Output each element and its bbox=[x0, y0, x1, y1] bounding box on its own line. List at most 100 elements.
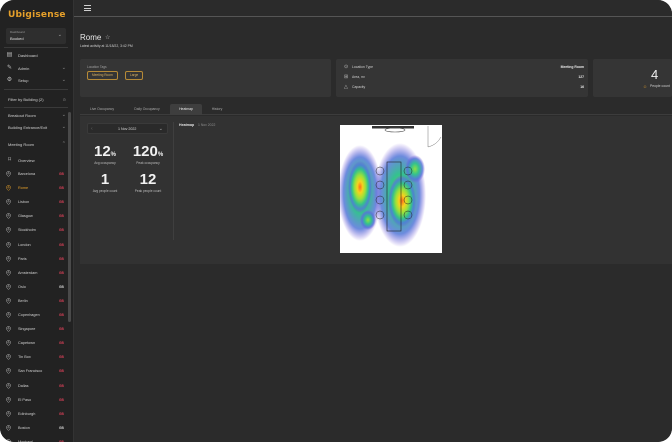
location-pin-icon bbox=[6, 326, 11, 333]
stat-caption: Avg occupancy bbox=[94, 161, 116, 165]
location-pin-icon bbox=[6, 185, 11, 192]
sidebar-item-site[interactable]: Dallas GB bbox=[0, 380, 72, 393]
sidebar-item-setup[interactable]: ⚙ Setup ⌄ bbox=[0, 75, 72, 87]
section-breakout-room[interactable]: Breakout Room ⌄ bbox=[0, 110, 72, 122]
location-type-icon: ⊙ bbox=[344, 64, 349, 70]
date-select[interactable]: ‹ 1 Nov 2022 ⌄ bbox=[87, 123, 168, 134]
sidebar-item-site[interactable]: Stockholm GB bbox=[0, 224, 72, 237]
sidebar-item-site[interactable]: Amsterdam GB bbox=[0, 267, 72, 280]
dashboard-selector[interactable]: Dashboard Booked ⌄ bbox=[6, 28, 66, 44]
stat-unit: % bbox=[110, 152, 117, 158]
site-label: Stockholm bbox=[18, 228, 36, 233]
sidebar-item-site[interactable]: Rome GB bbox=[0, 182, 72, 195]
properties-card: ⊙ Location Type Meeting Room ⊞ Area, m² … bbox=[336, 59, 588, 97]
site-label: Boston bbox=[18, 425, 30, 430]
site-badge: GB bbox=[59, 256, 64, 261]
sidebar-item-site[interactable]: San Francisco GB bbox=[0, 365, 72, 378]
site-badge: GB bbox=[59, 242, 64, 247]
heatmap-title: Heatmap bbox=[179, 123, 195, 127]
location-pin-icon bbox=[6, 255, 11, 262]
site-label: Barcelona bbox=[18, 172, 36, 176]
gear-icon: ⚙ bbox=[6, 77, 13, 83]
sidebar-item-site[interactable]: El Paso GB bbox=[0, 394, 72, 407]
property-area: ⊞ Area, m² 127 bbox=[344, 74, 584, 82]
site-badge: GB bbox=[59, 383, 64, 388]
sidebar-item-site[interactable]: Boston GB bbox=[0, 422, 72, 435]
hamburger-icon[interactable] bbox=[84, 5, 91, 12]
property-key: Location Type bbox=[352, 65, 374, 69]
filter-by-building[interactable]: Filter by Building (2) ⊙ bbox=[0, 94, 72, 106]
site-label: Copenhagen bbox=[18, 313, 40, 317]
tab-live-occupancy[interactable]: Live Occupancy bbox=[80, 104, 124, 115]
sidebar-item-site[interactable]: Barcelona GB bbox=[0, 168, 72, 181]
site-label: Capetown bbox=[18, 341, 36, 346]
dashboard-icon: ▤ bbox=[6, 52, 13, 58]
site-badge: GB bbox=[59, 397, 64, 402]
location-pin-icon bbox=[6, 199, 11, 206]
wrench-icon: ✎ bbox=[6, 65, 13, 71]
stat-caption: Peak people count bbox=[134, 189, 162, 193]
property-value: 16 bbox=[580, 85, 584, 89]
star-icon[interactable]: ☆ bbox=[105, 34, 110, 41]
sidebar-divider bbox=[4, 107, 68, 108]
sidebar-item-site[interactable]: Singapore GB bbox=[0, 323, 72, 336]
sidebar-item-site[interactable]: Oslo GB bbox=[0, 281, 72, 294]
property-location-type: ⊙ Location Type Meeting Room bbox=[344, 64, 584, 72]
dashboard-selector-value: Booked bbox=[10, 35, 24, 41]
stat-value: 12 bbox=[139, 171, 157, 188]
site-label: Glasgow bbox=[18, 214, 33, 219]
sidebar-item-site[interactable]: Tin Box GB bbox=[0, 351, 72, 364]
location-pin-icon bbox=[6, 410, 11, 417]
heatmap-graphic bbox=[338, 125, 442, 253]
location-pin-icon bbox=[6, 396, 11, 403]
location-pin-icon bbox=[6, 227, 11, 234]
tag-meeting-room[interactable]: Meeting Room bbox=[87, 71, 118, 80]
tab-daily-occupancy[interactable]: Daily Occupancy bbox=[124, 104, 170, 115]
site-badge: GB bbox=[59, 313, 64, 317]
sidebar-item-site[interactable]: Paris GB bbox=[0, 253, 72, 266]
stat-peak-people-count: 12 Peak people count bbox=[126, 171, 170, 193]
floor-plan-heatmap bbox=[338, 125, 442, 253]
sidebar-item-label: Overview bbox=[18, 158, 35, 163]
sidebar-item-dashboard[interactable]: ▤ Dashboard bbox=[0, 50, 72, 62]
site-label: Paris bbox=[18, 256, 27, 261]
chevron-left-icon[interactable]: ‹ bbox=[91, 126, 93, 132]
site-badge: GB bbox=[59, 228, 64, 233]
property-capacity: △ Capacity 16 bbox=[344, 84, 584, 92]
sidebar-scrollbar[interactable] bbox=[68, 112, 71, 322]
site-label: San Francisco bbox=[18, 369, 43, 374]
tab-history[interactable]: History bbox=[202, 104, 232, 115]
sidebar-item-site[interactable]: Copenhagen GB bbox=[0, 309, 72, 322]
filter-icon: ⊙ bbox=[62, 97, 66, 102]
section-label: Building Entrance/Exit bbox=[8, 125, 48, 130]
sidebar-item-site[interactable]: London GB bbox=[0, 239, 72, 252]
sidebar-item-admin[interactable]: ✎ Admin ⌄ bbox=[0, 63, 72, 75]
sidebar-item-site[interactable]: Glasgow GB bbox=[0, 210, 72, 223]
topbar bbox=[74, 0, 672, 17]
site-badge: GB bbox=[59, 214, 64, 219]
stat-avg-people-count: 1 Avg people count bbox=[84, 171, 126, 193]
bookmark-icon: ⌑ bbox=[7, 157, 12, 163]
heatmap-date: 1 Nov 2022 bbox=[198, 123, 216, 127]
sidebar-item-site[interactable]: Berlin GB bbox=[0, 295, 72, 308]
sidebar-item-site[interactable]: Lisbon GB bbox=[0, 196, 72, 209]
location-pin-icon bbox=[6, 213, 11, 220]
site-label: Tin Box bbox=[18, 355, 31, 360]
site-label: London bbox=[18, 242, 31, 247]
tab-heatmap[interactable]: Heatmap bbox=[170, 104, 202, 115]
app-logo[interactable]: Ubigisense bbox=[8, 10, 66, 20]
location-pin-icon bbox=[6, 368, 11, 375]
tag-large[interactable]: Large bbox=[125, 71, 144, 80]
section-meeting-room[interactable]: Meeting Room ⌃ bbox=[0, 139, 72, 151]
sidebar-item-site[interactable]: Capetown GB bbox=[0, 337, 72, 350]
capacity-icon: △ bbox=[344, 84, 348, 90]
section-building-entrance[interactable]: Building Entrance/Exit ⌄ bbox=[0, 122, 72, 134]
sidebar-item-site[interactable]: Edinburgh GB bbox=[0, 408, 72, 421]
sidebar-item-overview[interactable]: ⌑ Overview bbox=[0, 155, 72, 167]
stat-caption: Avg people count bbox=[92, 189, 118, 193]
sidebar-item-site[interactable]: Montreal GB bbox=[0, 436, 72, 442]
site-badge: GB bbox=[59, 284, 64, 289]
stat-unit: % bbox=[157, 152, 164, 158]
section-label: Meeting Room bbox=[8, 142, 35, 147]
site-badge: GB bbox=[59, 270, 64, 275]
